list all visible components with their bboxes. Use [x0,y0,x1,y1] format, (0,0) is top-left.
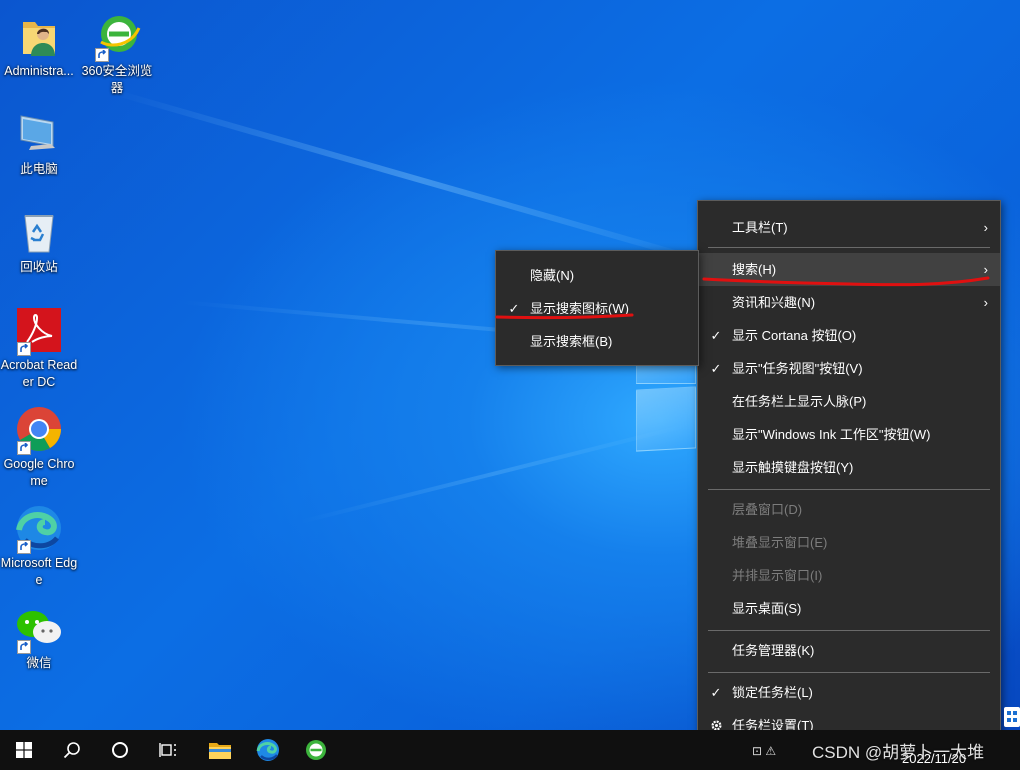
windows-start-icon [16,742,32,758]
grid-icon [1007,711,1017,722]
menu-item-toolbars[interactable]: 工具栏(T) › [698,211,1000,244]
menu-separator [708,630,990,631]
menu-item-side-by-side: 并排显示窗口(I) [698,559,1000,592]
search-icon [63,742,80,759]
menu-item-label: 工具栏(T) [732,220,788,235]
edge-icon [256,739,279,761]
menu-item-task-manager[interactable]: 任务管理器(K) [698,634,1000,667]
watermark: CSDN @胡萝卜一大堆 [812,743,985,762]
folder-icon [209,743,231,759]
task-view-button[interactable] [144,730,192,770]
menu-item-label: 显示"Windows Ink 工作区"按钮(W) [732,427,931,442]
menu-item-label: 资讯和兴趣(N) [732,295,816,310]
menu-item-label: 显示"任务视图"按钮(V) [732,361,863,376]
cortana-icon [112,742,128,758]
menu-item-show-desktop[interactable]: 显示桌面(S) [698,592,1000,625]
red-annotation-underline [702,276,990,287]
menu-item-label: 堆叠显示窗口(E) [732,535,828,550]
desktop-icon-label: 此电脑 [20,162,58,176]
menu-item-label: 显示触摸键盘按钮(Y) [732,460,854,475]
360-browser-button[interactable] [292,730,340,770]
submenu-arrow-icon: › [983,220,988,235]
desktop-icon-administrator[interactable]: Administra... [0,12,79,80]
computer-icon [20,115,55,150]
menu-item-label: 在任务栏上显示人脉(P) [732,394,867,409]
menu-item-label: 显示桌面(S) [732,601,802,616]
menu-item-show-windows-ink[interactable]: 显示"Windows Ink 工作区"按钮(W) [698,418,1000,451]
recycle-bin-icon [24,215,54,253]
file-explorer-button[interactable] [196,730,244,770]
desktop-icon-wechat[interactable]: 微信 [0,604,79,672]
menu-item-cascade-windows: 层叠窗口(D) [698,493,1000,526]
checkmark-icon: ✓ [710,361,722,376]
menu-item-label: 显示 Cortana 按钮(O) [732,328,857,343]
menu-item-label: 显示搜索框(B) [530,334,613,349]
search-button[interactable] [48,730,96,770]
desktop-icon-label: Acrobat Reader DC [0,358,78,389]
menu-item-lock-taskbar[interactable]: ✓ 锁定任务栏(L) [698,676,1000,709]
desktop-icon-label: 360安全浏览器 [81,64,153,95]
menu-item-show-cortana-button[interactable]: ✓ 显示 Cortana 按钮(O) [698,319,1000,352]
red-annotation-underline [495,313,634,320]
notification-icon[interactable] [1004,707,1020,727]
desktop-icon-this-pc[interactable]: 此电脑 [0,110,79,178]
desktop-icon-label: Microsoft Edge [0,556,78,587]
checkmark-icon: ✓ [710,685,722,700]
menu-item-news-and-interests[interactable]: 资讯和兴趣(N) › [698,286,1000,319]
start-button[interactable] [0,730,48,770]
desktop-icon-recycle-bin[interactable]: 回收站 [0,208,79,276]
desktop-icon-acrobat-reader[interactable]: Acrobat Reader DC [0,306,79,391]
search-submenu: 隐藏(N) ✓ 显示搜索图标(W) 显示搜索框(B) [495,250,699,366]
wallpaper-light-beam [299,423,689,524]
menu-item-label: 任务管理器(K) [732,643,815,658]
task-view-icon [159,743,176,757]
menu-item-label: 层叠窗口(D) [732,502,803,517]
submenu-arrow-icon: › [983,295,988,310]
user-folder-icon [23,22,55,56]
desktop-icon-label: Administra... [4,64,74,78]
cortana-button[interactable] [96,730,144,770]
menu-separator [708,247,990,248]
desktop-icon-microsoft-edge[interactable]: Microsoft Edge [0,504,79,589]
menu-separator [708,489,990,490]
desktop-icon-360-browser[interactable]: 360安全浏览器 [77,12,157,97]
wallpaper-light-beam [109,88,727,271]
menu-item-show-people[interactable]: 在任务栏上显示人脉(P) [698,385,1000,418]
360-browser-icon [306,740,326,760]
menu-item-show-task-view-button[interactable]: ✓ 显示"任务视图"按钮(V) [698,352,1000,385]
submenu-item-hidden[interactable]: 隐藏(N) [496,259,698,292]
edge-button[interactable] [244,730,292,770]
shortcut-arrow-icon [17,640,31,654]
menu-item-label: 锁定任务栏(L) [732,685,813,700]
tray-partial-icons: ⊡ ⚠ [752,744,777,758]
shortcut-arrow-icon [17,540,31,554]
submenu-item-show-search-box[interactable]: 显示搜索框(B) [496,325,698,358]
menu-separator [708,672,990,673]
shortcut-arrow-icon [95,48,109,62]
desktop-icon-label: 回收站 [20,260,58,274]
checkmark-icon: ✓ [710,328,722,343]
desktop-icon-label: 微信 [26,656,52,670]
desktop-icon-google-chrome[interactable]: Google Chrome [0,405,79,490]
shortcut-arrow-icon [17,342,31,356]
menu-item-label: 隐藏(N) [530,268,575,283]
shortcut-arrow-icon [17,441,31,455]
menu-item-label: 并排显示窗口(I) [732,568,823,583]
menu-item-stack-windows: 堆叠显示窗口(E) [698,526,1000,559]
desktop-icon-label: Google Chrome [3,457,75,488]
menu-item-show-touch-keyboard[interactable]: 显示触摸键盘按钮(Y) [698,451,1000,484]
